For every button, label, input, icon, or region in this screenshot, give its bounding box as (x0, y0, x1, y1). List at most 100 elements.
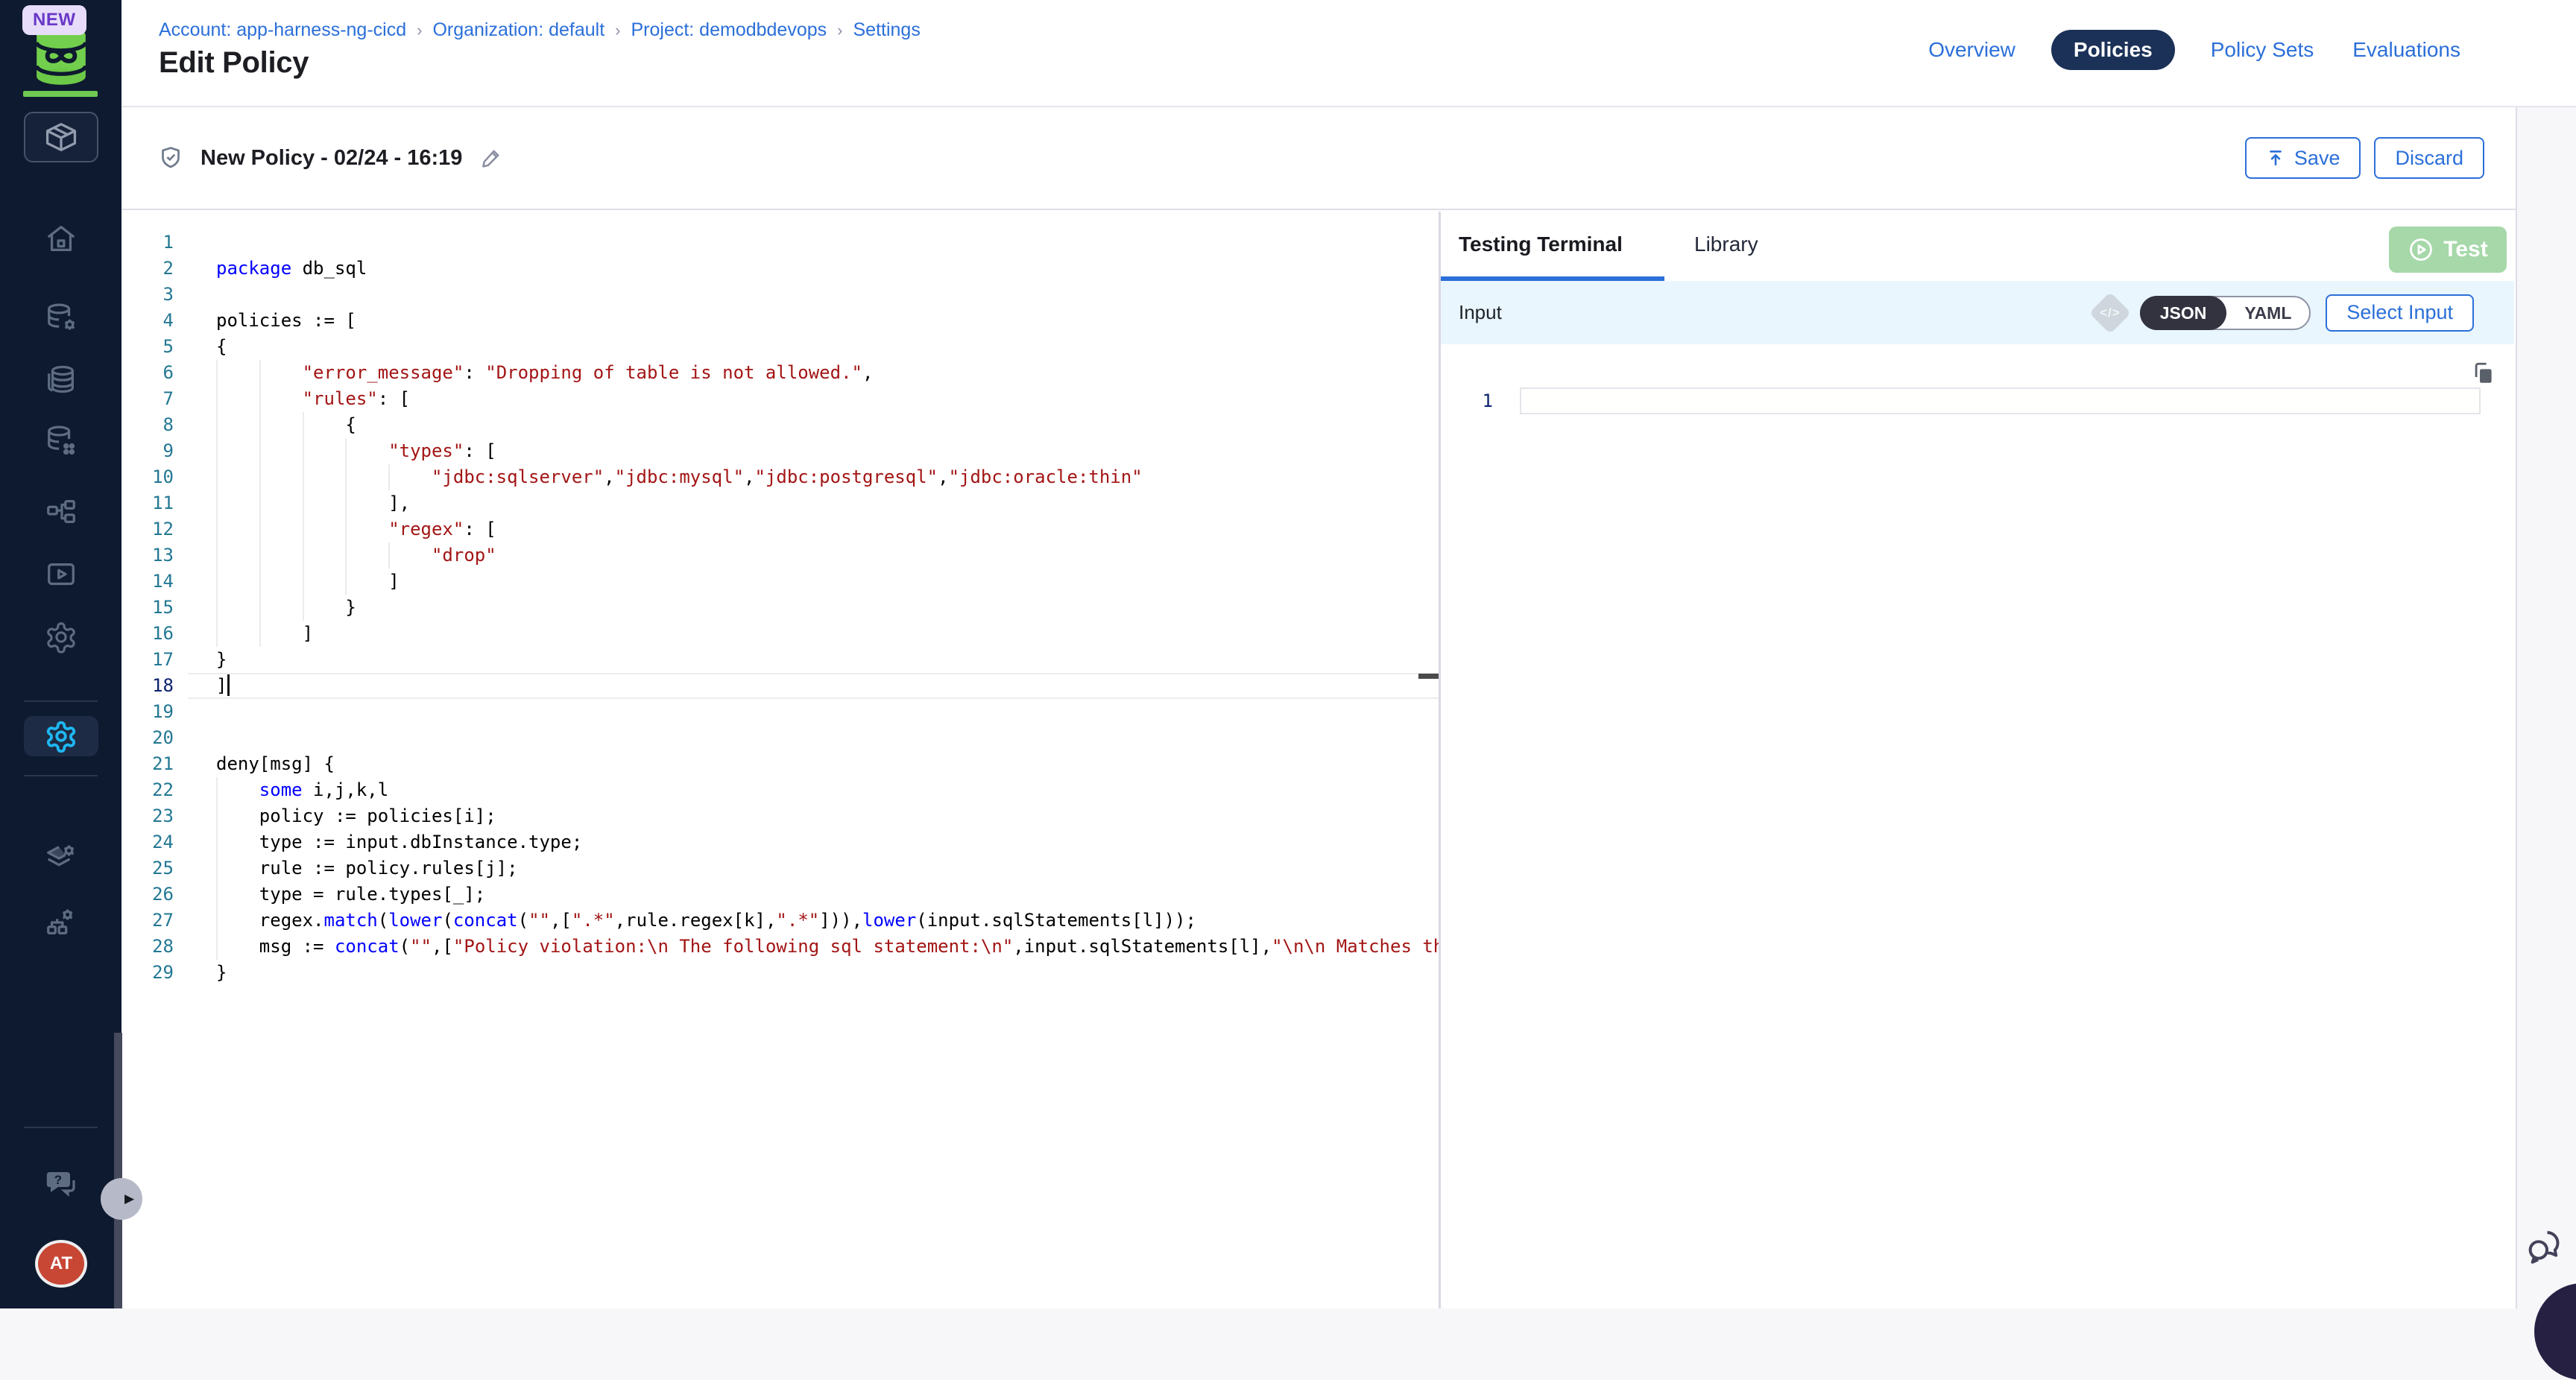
code-line[interactable]: { (216, 412, 1439, 438)
tab-testing-terminal[interactable]: Testing Terminal (1459, 232, 1623, 256)
indent-guide (216, 777, 259, 803)
nav-tab-policy-sets[interactable]: Policy Sets (2208, 31, 2317, 69)
code-line[interactable]: rule := policy.rules[j]; (216, 855, 1439, 882)
code-line[interactable] (216, 725, 1439, 751)
breadcrumb-item[interactable]: Settings (853, 19, 920, 41)
code-token: msg := (259, 936, 335, 957)
editor-code-area[interactable]: package db_sqlpolicies := [{"error_messa… (216, 230, 1439, 986)
code-token: ,[ (432, 936, 453, 957)
policy-toolbar: New Policy - 02/24 - 16:19 Save Discard (121, 107, 2516, 210)
nav-tab-evaluations[interactable]: Evaluations (2349, 31, 2463, 69)
code-line[interactable]: policies := [ (216, 308, 1439, 334)
sidebar-item-settings-module[interactable] (0, 618, 121, 656)
page-title: Edit Policy (159, 46, 309, 80)
chat-widget-bubble[interactable] (2534, 1283, 2576, 1380)
play-circle-icon (2408, 236, 2434, 263)
line-number: 29 (121, 960, 174, 986)
code-line[interactable]: "rules": [ (216, 386, 1439, 412)
indent-guide (216, 621, 259, 647)
test-button[interactable]: Test (2389, 227, 2507, 273)
breadcrumb-separator: › (417, 21, 422, 40)
code-token: ], (388, 493, 410, 513)
sidebar-item-default-settings[interactable] (0, 839, 121, 878)
indent-guide (216, 516, 259, 542)
code-line[interactable]: policy := policies[i]; (216, 803, 1439, 829)
code-token: ,[ (550, 910, 572, 931)
svg-text:?: ? (54, 1173, 61, 1187)
nav-tab-policies[interactable]: Policies (2051, 30, 2175, 70)
code-token-keyword: lower (388, 910, 442, 931)
save-button[interactable]: Save (2245, 137, 2361, 179)
sidebar-item-settings-active[interactable] (24, 716, 98, 756)
code-token-string: "drop" (432, 545, 496, 566)
code-line[interactable]: type = rule.types[_]; (216, 882, 1439, 908)
sidebar-item-databases[interactable] (0, 360, 121, 399)
nav-tab-overview[interactable]: Overview (1925, 31, 2018, 69)
code-line[interactable]: type := input.dbInstance.type; (216, 829, 1439, 855)
edit-pencil-icon[interactable] (479, 145, 504, 171)
code-line[interactable]: regex.match(lower(concat("",[".*",rule.r… (216, 908, 1439, 934)
format-option-yaml[interactable]: YAML (2226, 297, 2309, 329)
indent-guide (259, 464, 303, 490)
code-line[interactable]: some i,j,k,l (216, 777, 1439, 803)
sidebar-item-db-instances[interactable] (0, 299, 121, 338)
code-line[interactable]: ] (216, 673, 1439, 699)
code-line[interactable]: } (216, 647, 1439, 673)
code-line[interactable]: ] (216, 569, 1439, 595)
indent-guide (216, 803, 259, 829)
input-editor[interactable]: 1 (1441, 344, 2514, 1308)
breadcrumb-item[interactable]: Account: app-harness-ng-cicd (159, 19, 406, 41)
code-line[interactable]: "regex": [ (216, 516, 1439, 542)
sidebar-divider (24, 700, 98, 702)
testing-terminal-panel: Testing Terminal Library Test Input </> … (1441, 212, 2514, 1308)
select-input-button[interactable]: Select Input (2326, 294, 2474, 332)
breadcrumb-item[interactable]: Project: demodbdevops (631, 19, 827, 41)
line-number: 5 (121, 334, 174, 360)
code-line[interactable]: { (216, 334, 1439, 360)
code-token: } (345, 597, 356, 618)
code-line[interactable]: "error_message": "Dropping of table is n… (216, 360, 1439, 386)
sidebar-scrollbar[interactable] (114, 1033, 122, 1308)
code-line[interactable] (216, 282, 1439, 308)
rego-code-editor[interactable]: 1234567891011121314151617181920212223242… (121, 212, 1439, 1308)
code-line[interactable]: package db_sql (216, 256, 1439, 282)
code-line[interactable]: } (216, 960, 1439, 986)
indent-guide (345, 569, 388, 595)
copy-icon[interactable] (2471, 361, 2496, 386)
code-line[interactable]: "drop" (216, 542, 1439, 569)
format-toggle[interactable]: JSON YAML (2140, 296, 2311, 330)
code-line[interactable]: "jdbc:sqlserver","jdbc:mysql","jdbc:post… (216, 464, 1439, 490)
sidebar: NEW (0, 0, 121, 1308)
input-current-line[interactable] (1520, 387, 2481, 414)
sidebar-item-executions[interactable] (0, 555, 121, 594)
code-token: i,j,k,l (303, 779, 389, 800)
code-line[interactable] (216, 699, 1439, 725)
code-line[interactable]: } (216, 595, 1439, 621)
sidebar-item-db-schemas[interactable] (0, 421, 121, 460)
line-number: 7 (121, 386, 174, 412)
breadcrumb-item[interactable]: Organization: default (432, 19, 604, 41)
indent-guide (303, 464, 346, 490)
code-line[interactable]: msg := concat("",["Policy violation:\n T… (216, 934, 1439, 960)
sidebar-item-pipelines[interactable] (0, 493, 121, 531)
indent-guide (216, 438, 259, 464)
code-line[interactable] (216, 230, 1439, 256)
code-token: { (345, 414, 356, 435)
format-option-json[interactable]: JSON (2140, 296, 2227, 330)
indent-guide (259, 412, 303, 438)
code-line[interactable]: "types": [ (216, 438, 1439, 464)
user-avatar[interactable]: AT (38, 1243, 84, 1285)
sidebar-item-home[interactable] (0, 219, 121, 258)
sidebar-item-org-settings[interactable] (0, 904, 121, 943)
sidebar-expand-handle[interactable]: ▶ (101, 1178, 142, 1220)
discard-button[interactable]: Discard (2374, 137, 2484, 179)
code-token: regex. (259, 910, 324, 931)
code-line[interactable]: ] (216, 621, 1439, 647)
sidebar-module-selector[interactable] (24, 112, 98, 162)
tab-library[interactable]: Library (1694, 232, 1758, 256)
app-logo[interactable]: NEW (0, 0, 121, 100)
code-line[interactable]: ], (216, 490, 1439, 516)
code-line[interactable]: deny[msg] { (216, 751, 1439, 777)
help-chat-icon: ? (43, 1165, 79, 1201)
support-chat-icon[interactable] (2524, 1227, 2566, 1268)
